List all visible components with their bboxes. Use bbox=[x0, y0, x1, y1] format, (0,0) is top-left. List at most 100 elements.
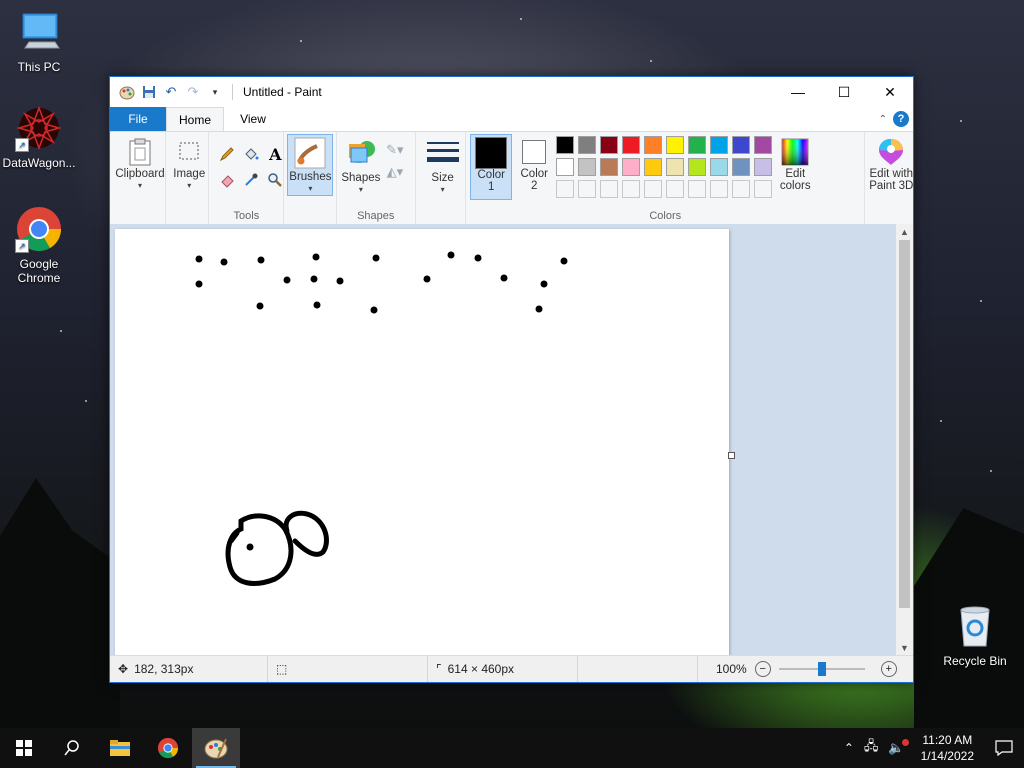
vertical-scrollbar[interactable]: ▲ ▼ bbox=[896, 224, 913, 656]
color1-label: Color bbox=[477, 169, 505, 181]
magnifier-icon[interactable] bbox=[265, 170, 285, 190]
edit-colors-line2: colors bbox=[779, 180, 811, 192]
clipboard-button[interactable]: Clipboard ▾ bbox=[113, 136, 167, 222]
scrollbar-thumb[interactable] bbox=[899, 240, 910, 608]
desktop-icon-this-pc[interactable]: This PC bbox=[1, 8, 77, 74]
desktop-icon-chrome[interactable]: ↗ Google Chrome bbox=[1, 205, 77, 285]
edit-with-paint3d-button[interactable]: Edit with Paint 3D bbox=[867, 136, 915, 206]
paint-app-icon[interactable] bbox=[118, 83, 136, 101]
size-button[interactable]: Size ▾ bbox=[422, 136, 464, 206]
canvas-resize-handle-right[interactable] bbox=[728, 452, 735, 459]
taskbar-paint[interactable] bbox=[192, 728, 240, 768]
eraser-icon[interactable] bbox=[217, 170, 237, 190]
taskbar-file-explorer[interactable] bbox=[96, 728, 144, 768]
clock[interactable]: 11:20 AM 1/14/2022 bbox=[911, 732, 984, 764]
custom-color-slot[interactable] bbox=[578, 180, 597, 198]
chevron-up-icon[interactable]: ⌃ bbox=[838, 741, 860, 755]
search-button[interactable] bbox=[48, 728, 96, 768]
zoom-slider[interactable] bbox=[778, 662, 865, 676]
palette-swatch[interactable] bbox=[688, 158, 707, 176]
pencil-icon[interactable] bbox=[217, 144, 237, 164]
shapes-icon bbox=[344, 136, 378, 172]
minimize-button[interactable]: — bbox=[775, 77, 821, 107]
image-button[interactable]: Image ▾ bbox=[170, 136, 208, 222]
desktop-icon-recycle-bin[interactable]: Recycle Bin bbox=[937, 602, 1013, 668]
palette-swatch[interactable] bbox=[622, 136, 641, 154]
zoom-in-button[interactable]: + bbox=[880, 661, 897, 677]
help-button[interactable]: ? bbox=[893, 111, 909, 127]
custom-color-slot[interactable] bbox=[710, 180, 729, 198]
outline-icon[interactable]: ✎▾ bbox=[385, 140, 405, 160]
zoom-out-button[interactable]: − bbox=[754, 661, 771, 677]
drawing-canvas[interactable] bbox=[115, 229, 729, 656]
color2-swatch bbox=[522, 140, 547, 164]
brushes-button[interactable]: Brushes ▾ bbox=[287, 134, 334, 196]
status-bar: ✥ 182, 313px ⬚ ⌜ 614 × 460px 100% − + bbox=[110, 655, 913, 682]
palette-swatch[interactable] bbox=[666, 158, 685, 176]
group-tools: A Tools bbox=[209, 132, 285, 224]
palette-swatch[interactable] bbox=[556, 136, 575, 154]
tools-group-label: Tools bbox=[233, 210, 260, 222]
zoom-value: 100% bbox=[716, 662, 747, 676]
custom-color-slot[interactable] bbox=[622, 180, 641, 198]
shapes-button[interactable]: Shapes ▾ bbox=[341, 136, 381, 206]
save-icon[interactable] bbox=[140, 83, 158, 101]
desktop-icon-label: Recycle Bin bbox=[943, 654, 1007, 668]
custom-color-slot[interactable] bbox=[688, 180, 707, 198]
volume-muted-icon[interactable]: 🔈 bbox=[882, 739, 910, 756]
canvas-drawing bbox=[195, 251, 568, 586]
window-controls: — ☐ ✕ bbox=[775, 77, 913, 107]
palette-swatch[interactable] bbox=[732, 136, 751, 154]
taskbar-chrome[interactable] bbox=[144, 728, 192, 768]
cursor-position-value: 182, 313px bbox=[134, 662, 194, 676]
palette-swatch[interactable] bbox=[622, 158, 641, 176]
color1-button[interactable]: Color 1 bbox=[470, 134, 513, 200]
palette-swatch[interactable] bbox=[644, 136, 663, 154]
palette-swatch[interactable] bbox=[578, 158, 597, 176]
custom-color-slot[interactable] bbox=[644, 180, 663, 198]
palette-swatch[interactable] bbox=[666, 136, 685, 154]
desktop-icon-datawagon[interactable]: ↗ DataWagon... bbox=[1, 104, 77, 170]
customize-qat-icon[interactable]: ▾ bbox=[206, 83, 224, 101]
custom-color-slot[interactable] bbox=[600, 180, 619, 198]
fill-bucket-icon[interactable] bbox=[241, 144, 261, 164]
close-button[interactable]: ✕ bbox=[867, 77, 913, 107]
undo-icon[interactable]: ↶ bbox=[162, 83, 180, 101]
palette-swatch[interactable] bbox=[556, 158, 575, 176]
start-button[interactable] bbox=[0, 728, 48, 768]
redo-icon[interactable]: ↷ bbox=[184, 83, 202, 101]
star bbox=[990, 470, 992, 472]
custom-color-slot[interactable] bbox=[556, 180, 575, 198]
custom-color-slot[interactable] bbox=[666, 180, 685, 198]
palette-swatch[interactable] bbox=[688, 136, 707, 154]
collapse-ribbon-icon[interactable]: ⌃ bbox=[879, 114, 887, 125]
custom-color-slot[interactable] bbox=[732, 180, 751, 198]
tab-view[interactable]: View bbox=[224, 107, 282, 131]
palette-swatch[interactable] bbox=[644, 158, 663, 176]
network-icon[interactable]: 🖧 bbox=[860, 737, 883, 759]
color-picker-icon[interactable] bbox=[241, 170, 261, 190]
text-tool-icon[interactable]: A bbox=[265, 144, 285, 164]
palette-swatch[interactable] bbox=[710, 158, 729, 176]
color2-button[interactable]: Color 2 bbox=[514, 134, 554, 198]
palette-swatch[interactable] bbox=[600, 158, 619, 176]
tab-home[interactable]: Home bbox=[166, 107, 224, 131]
group-colors: Color 1 Color 2 Edit colors Colors bbox=[466, 132, 864, 224]
palette-swatch[interactable] bbox=[732, 158, 751, 176]
notification-center-icon[interactable] bbox=[984, 740, 1024, 756]
palette-swatch[interactable] bbox=[710, 136, 729, 154]
custom-color-slot[interactable] bbox=[754, 180, 773, 198]
palette-swatch[interactable] bbox=[600, 136, 619, 154]
scroll-down-icon[interactable]: ▼ bbox=[896, 640, 913, 656]
tab-file[interactable]: File bbox=[110, 107, 166, 131]
chevron-down-icon: ▾ bbox=[358, 185, 363, 194]
edit-colors-button[interactable]: Edit colors bbox=[774, 136, 816, 206]
scroll-up-icon[interactable]: ▲ bbox=[896, 224, 913, 240]
palette-swatch[interactable] bbox=[578, 136, 597, 154]
brush-icon bbox=[292, 135, 328, 171]
palette-swatch[interactable] bbox=[754, 136, 773, 154]
zoom-slider-thumb[interactable] bbox=[817, 662, 826, 676]
maximize-button[interactable]: ☐ bbox=[821, 77, 867, 107]
fill-icon[interactable]: ◭▾ bbox=[385, 162, 405, 182]
palette-swatch[interactable] bbox=[754, 158, 773, 176]
